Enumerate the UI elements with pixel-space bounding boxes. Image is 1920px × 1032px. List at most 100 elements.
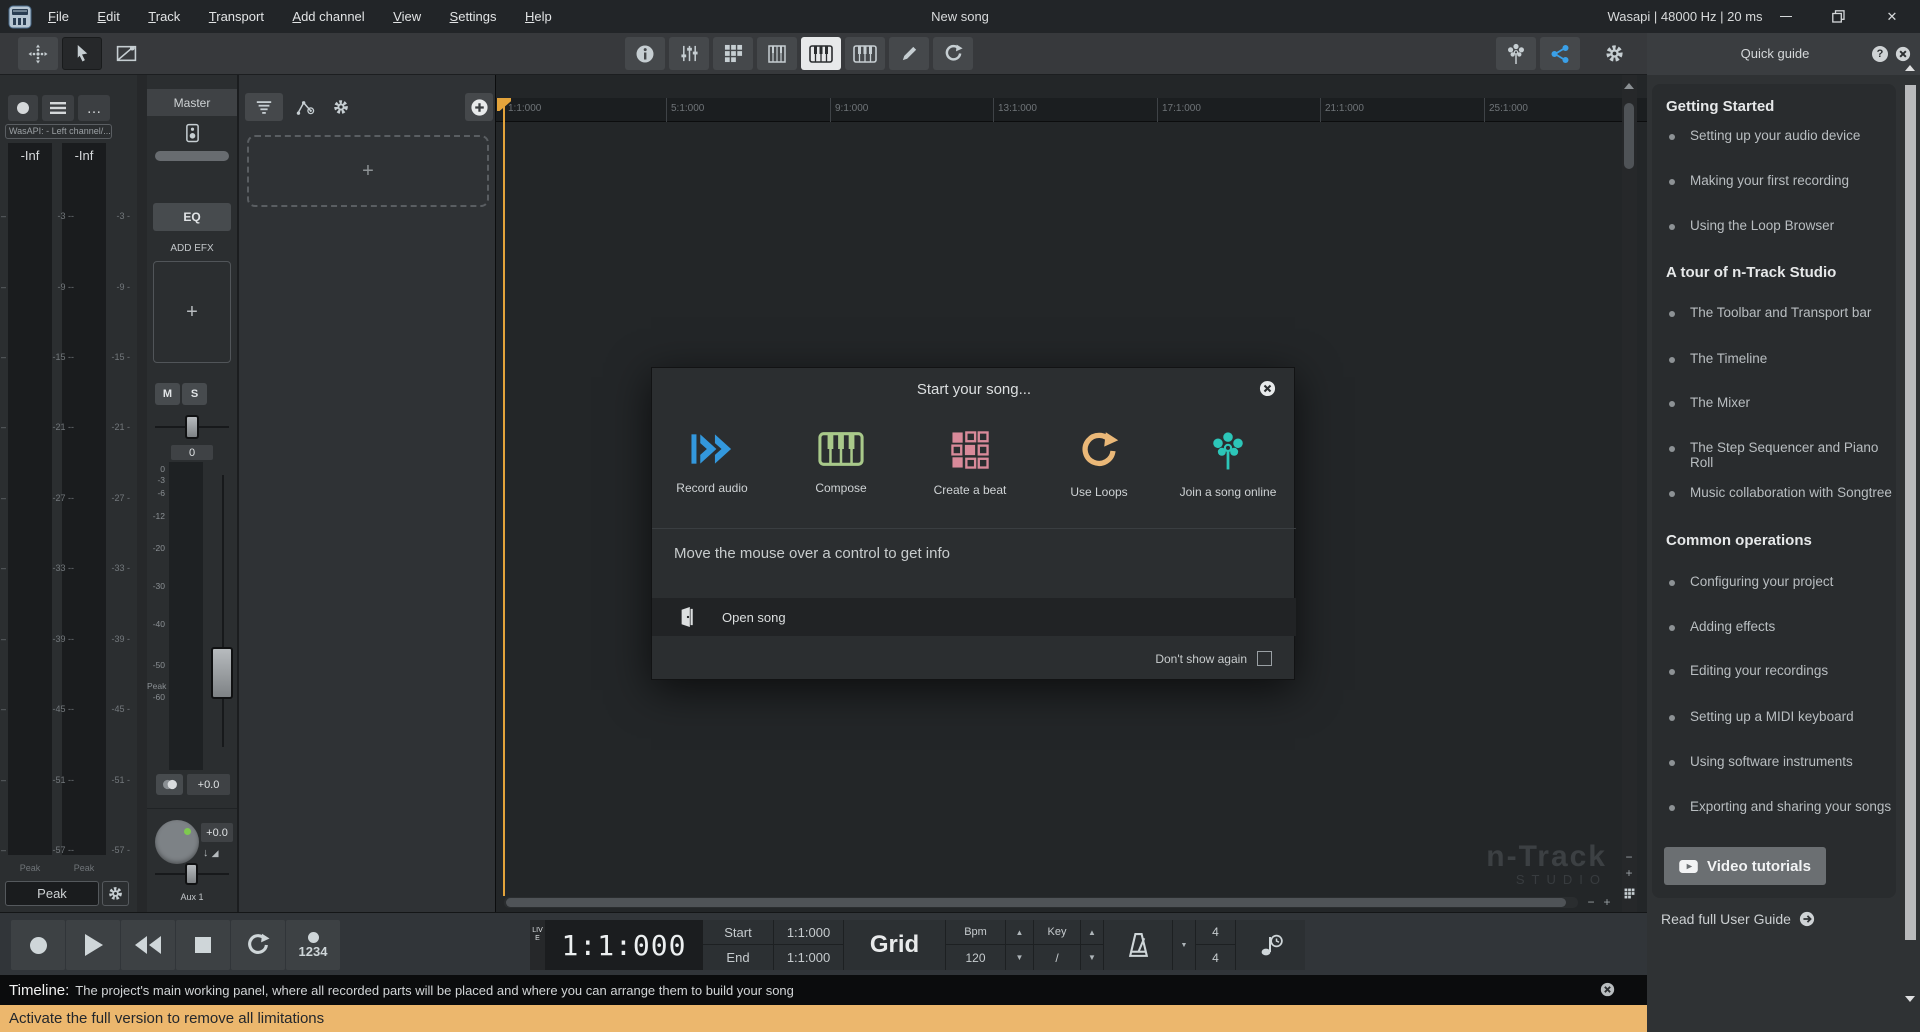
move-tool-button[interactable] (18, 37, 58, 70)
minimize-button[interactable] (1760, 0, 1812, 33)
aux-slider-thumb[interactable] (185, 863, 198, 885)
bpm-up-button[interactable]: ▲ (1006, 920, 1033, 944)
pan-value[interactable]: 0 (171, 445, 213, 460)
guide-link-exporting[interactable]: Exporting and sharing your songs (1690, 799, 1891, 814)
record-button[interactable] (11, 920, 65, 970)
menu-add-channel[interactable]: Add channel (280, 0, 376, 33)
maximize-button[interactable] (1812, 0, 1864, 33)
dont-show-checkbox[interactable] (1257, 651, 1272, 666)
midi-keyboard-button[interactable] (845, 37, 885, 70)
record-audio-option[interactable]: Record audio (652, 431, 772, 541)
vzoom-out-button[interactable]: − (1622, 850, 1636, 864)
share-button[interactable] (1540, 37, 1580, 70)
eq-button[interactable]: EQ (153, 203, 231, 231)
use-loops-option[interactable]: Use Loops (1039, 431, 1159, 541)
menu-edit[interactable]: Edit (85, 0, 131, 33)
virtual-keyboard-button[interactable] (801, 37, 841, 70)
draw-tool-button[interactable] (889, 37, 929, 70)
settings-gear-button[interactable] (1594, 37, 1634, 70)
count-in-button[interactable]: 1234 (286, 920, 340, 970)
create-beat-option[interactable]: Create a beat (910, 431, 1030, 541)
guide-link-first-recording[interactable]: Making your first recording (1690, 173, 1849, 188)
compose-option[interactable]: Compose (781, 431, 901, 541)
metronome-menu-button[interactable]: ▼ (1173, 920, 1195, 970)
guide-link-audio-device[interactable]: Setting up your audio device (1690, 128, 1860, 143)
pan-slider-thumb[interactable] (185, 415, 199, 439)
meter-mode-select[interactable]: Peak (5, 881, 99, 906)
guide-link-midi-keyboard[interactable]: Setting up a MIDI keyboard (1690, 709, 1854, 724)
bpm-value[interactable]: 120 (946, 945, 1005, 970)
help-icon[interactable]: ? (1872, 46, 1888, 62)
guide-link-toolbar-transport[interactable]: The Toolbar and Transport bar (1690, 305, 1871, 320)
guide-link-timeline[interactable]: The Timeline (1690, 351, 1767, 366)
time-sig-lower[interactable]: 4 (1196, 945, 1235, 970)
menu-settings[interactable]: Settings (438, 0, 509, 33)
volume-value[interactable]: +0.0 (187, 774, 230, 795)
stop-button[interactable] (176, 920, 230, 970)
live-indicator[interactable]: LIVE (530, 920, 545, 970)
audio-device-field[interactable]: WasAPI: - Left channel/... (5, 124, 112, 139)
vzoom-in-button[interactable]: + (1622, 866, 1636, 880)
solo-button[interactable]: S (182, 383, 207, 405)
guide-link-songtree[interactable]: Music collaboration with Songtree (1690, 485, 1892, 500)
stereo-link-toggle[interactable] (156, 774, 183, 795)
key-down-button[interactable]: ▼ (1081, 945, 1103, 970)
scroll-up-icon[interactable] (1624, 83, 1634, 89)
fade-tool-button[interactable] (106, 37, 146, 70)
close-window-button[interactable]: ✕ (1864, 0, 1920, 33)
guide-link-configuring[interactable]: Configuring your project (1690, 574, 1833, 589)
guide-link-loop-browser[interactable]: Using the Loop Browser (1690, 218, 1834, 233)
mixer-view-button[interactable] (669, 37, 709, 70)
step-sequencer-button[interactable] (713, 37, 753, 70)
guide-link-editing[interactable]: Editing your recordings (1690, 663, 1828, 678)
close-tip-button[interactable] (1600, 982, 1615, 997)
user-guide-link[interactable]: Read full User Guide (1661, 911, 1815, 927)
track-sort-button[interactable] (245, 93, 283, 121)
menu-view[interactable]: View (381, 0, 433, 33)
menu-track[interactable]: Track (136, 0, 192, 33)
loop-playback-button[interactable] (231, 920, 285, 970)
songtree-button[interactable] (1496, 37, 1536, 70)
guide-scrollbar-thumb[interactable] (1905, 85, 1916, 940)
end-value[interactable]: 1:1:000 (774, 945, 843, 970)
metronome-button[interactable] (1104, 920, 1172, 970)
key-up-button[interactable]: ▲ (1081, 920, 1103, 944)
scroll-up-icon[interactable] (1905, 65, 1915, 71)
timeline-ruler[interactable]: 1:1:000 5:1:000 9:1:000 13:1:000 17:1:00… (496, 98, 1648, 122)
time-sig-upper[interactable]: 4 (1196, 920, 1235, 944)
piano-roll-button[interactable] (757, 37, 797, 70)
channel-list-button[interactable] (42, 95, 74, 121)
horizontal-scrollbar-thumb[interactable] (506, 898, 1566, 907)
bpm-down-button[interactable]: ▼ (1006, 945, 1033, 970)
vertical-scrollbar-thumb[interactable] (1624, 103, 1634, 169)
meter-settings-button[interactable] (102, 881, 129, 906)
horizontal-scrollbar[interactable] (504, 897, 1578, 908)
vertical-scrollbar[interactable]: − + (1622, 75, 1637, 912)
zoom-out-button[interactable]: − (1584, 895, 1598, 909)
rewind-button[interactable] (121, 920, 175, 970)
info-tooltips-button[interactable] (625, 37, 665, 70)
tempo-note-button[interactable] (1236, 920, 1305, 970)
add-track-dropzone[interactable]: + (247, 135, 489, 207)
start-value[interactable]: 1:1:000 (774, 920, 843, 944)
guide-link-mixer[interactable]: The Mixer (1690, 395, 1750, 410)
more-options-button[interactable]: … (78, 95, 110, 121)
guide-scrollbar[interactable] (1903, 33, 1917, 1032)
time-display[interactable]: 1:1:000 (545, 920, 703, 970)
join-song-online-option[interactable]: Join a song online (1168, 431, 1288, 541)
grid-button[interactable]: Grid (844, 920, 945, 970)
track-settings-button[interactable] (327, 95, 355, 119)
automation-button[interactable] (291, 95, 321, 119)
close-dialog-button[interactable] (1259, 380, 1276, 397)
key-value[interactable]: / (1034, 945, 1080, 970)
aux-value[interactable]: +0.0 (201, 823, 233, 842)
snap-settings-icon[interactable] (1623, 887, 1636, 900)
menu-transport[interactable]: Transport (197, 0, 276, 33)
guide-link-step-sequencer[interactable]: The Step Sequencer and Piano Roll (1690, 440, 1896, 470)
menu-file[interactable]: File (36, 0, 81, 33)
scroll-down-icon[interactable] (1905, 996, 1915, 1002)
record-arm-button[interactable] (8, 95, 38, 121)
aux-send-knob[interactable] (155, 820, 199, 864)
play-button[interactable] (66, 920, 120, 970)
loop-mode-button[interactable] (933, 37, 973, 70)
